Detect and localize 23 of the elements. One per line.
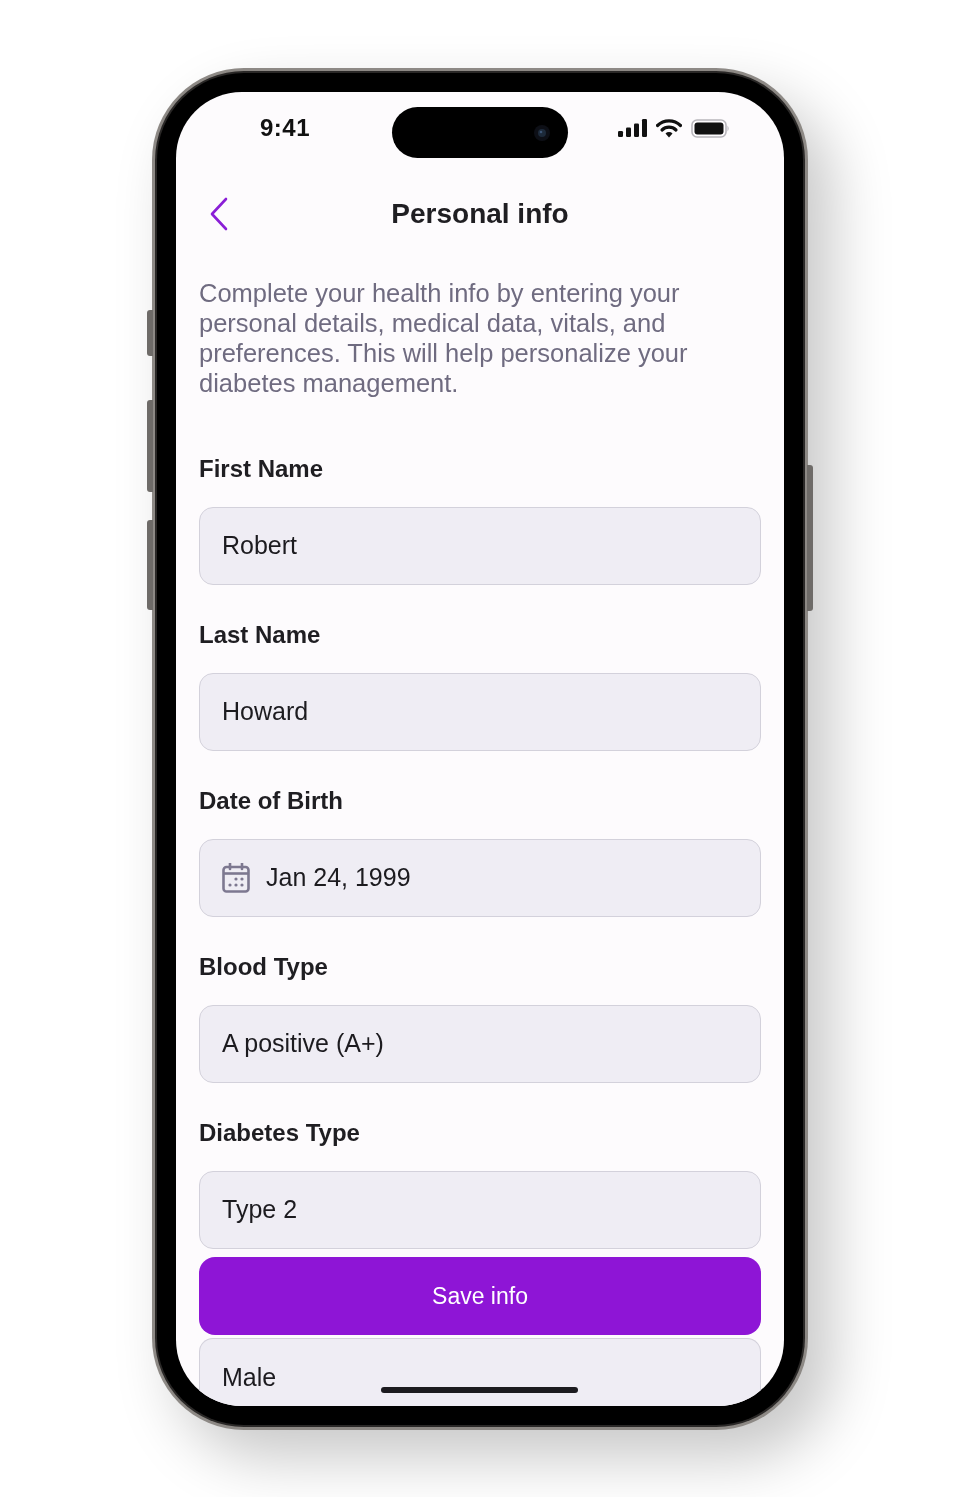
signal-icon [618,119,647,137]
field-label: Diabetes Type [199,1118,361,1148]
input-field[interactable]: A positive (A+) [199,1005,761,1083]
intro-text: Complete your health info by entering your personal details, medical data, vitals, and preferences. This will help personalize your diabetes management. [199,278,689,398]
status-time: 9:41 [260,113,311,143]
input-field[interactable]: Robert [199,507,761,585]
lens-icon [534,124,550,141]
input-field[interactable]: Jan 24, 1999 [199,839,761,917]
save-button[interactable]: Save info [199,1257,761,1335]
field-label: First Name [199,454,325,484]
wifi-icon [656,118,682,138]
input-field[interactable]: Type 2 [199,1171,761,1249]
battery-icon [691,118,730,138]
chevron-left-icon [208,197,230,231]
field-label: Date of Birth [199,786,344,816]
side-key [147,310,153,356]
back-button[interactable] [208,197,230,231]
page-title: Personal info [391,197,569,231]
input-field[interactable]: Male [199,1338,761,1406]
calendar-icon [222,863,250,893]
field-label: Blood Type [199,952,329,982]
input-field[interactable]: Howard [199,673,761,751]
field-label: Last Name [199,620,322,650]
